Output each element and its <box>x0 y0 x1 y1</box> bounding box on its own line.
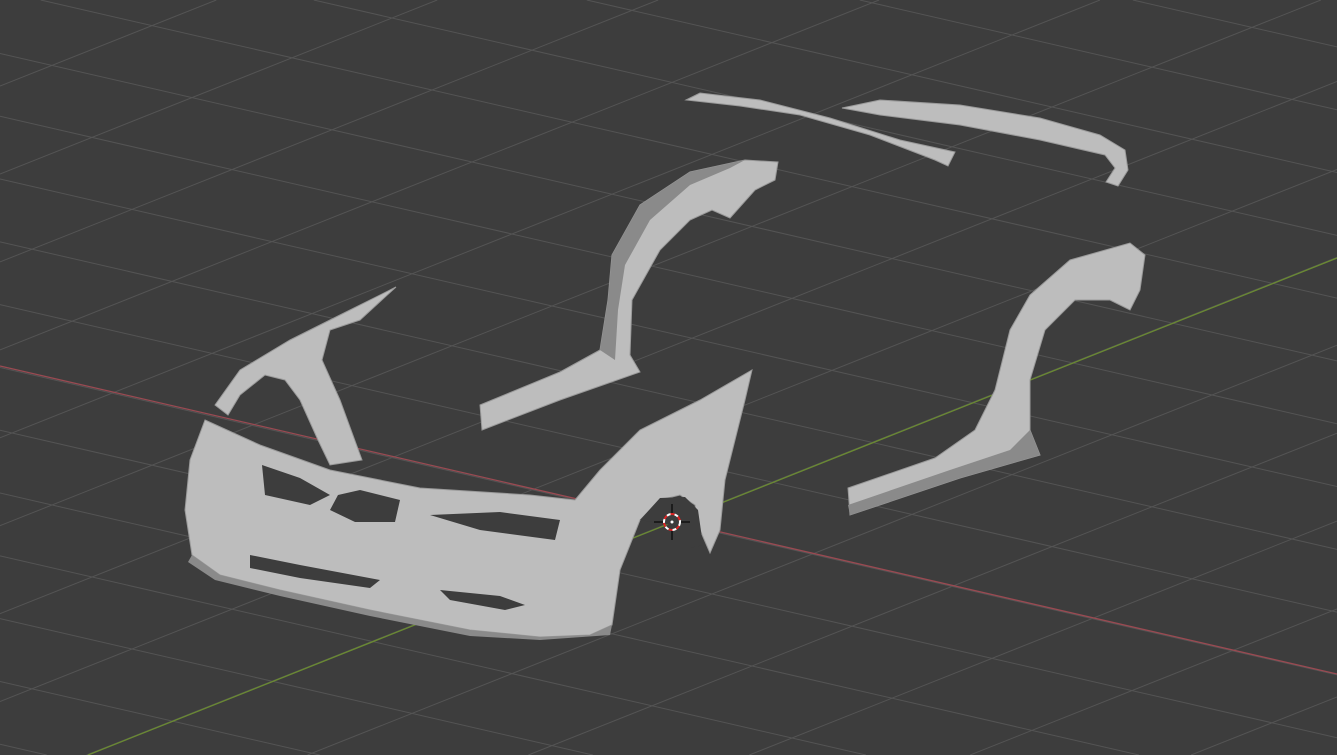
3d-viewport[interactable] <box>0 0 1337 755</box>
grid-line <box>0 0 217 87</box>
grid-line <box>0 0 438 175</box>
grid-line <box>0 0 659 263</box>
grid-line <box>586 0 1337 174</box>
grid-line <box>1190 696 1337 755</box>
grid-line <box>0 743 47 755</box>
floor-grid <box>0 0 1337 755</box>
grid-line <box>0 618 593 755</box>
grid-line <box>0 0 1101 439</box>
grid-line <box>749 520 1337 755</box>
grid-line <box>0 680 320 755</box>
viewport-canvas[interactable] <box>0 0 1337 755</box>
grid-line <box>859 0 1337 111</box>
rear-fender-right[interactable] <box>847 242 1146 516</box>
grid-line <box>970 608 1337 755</box>
car-body-parts[interactable] <box>184 92 1146 640</box>
grid-line <box>1132 0 1337 48</box>
